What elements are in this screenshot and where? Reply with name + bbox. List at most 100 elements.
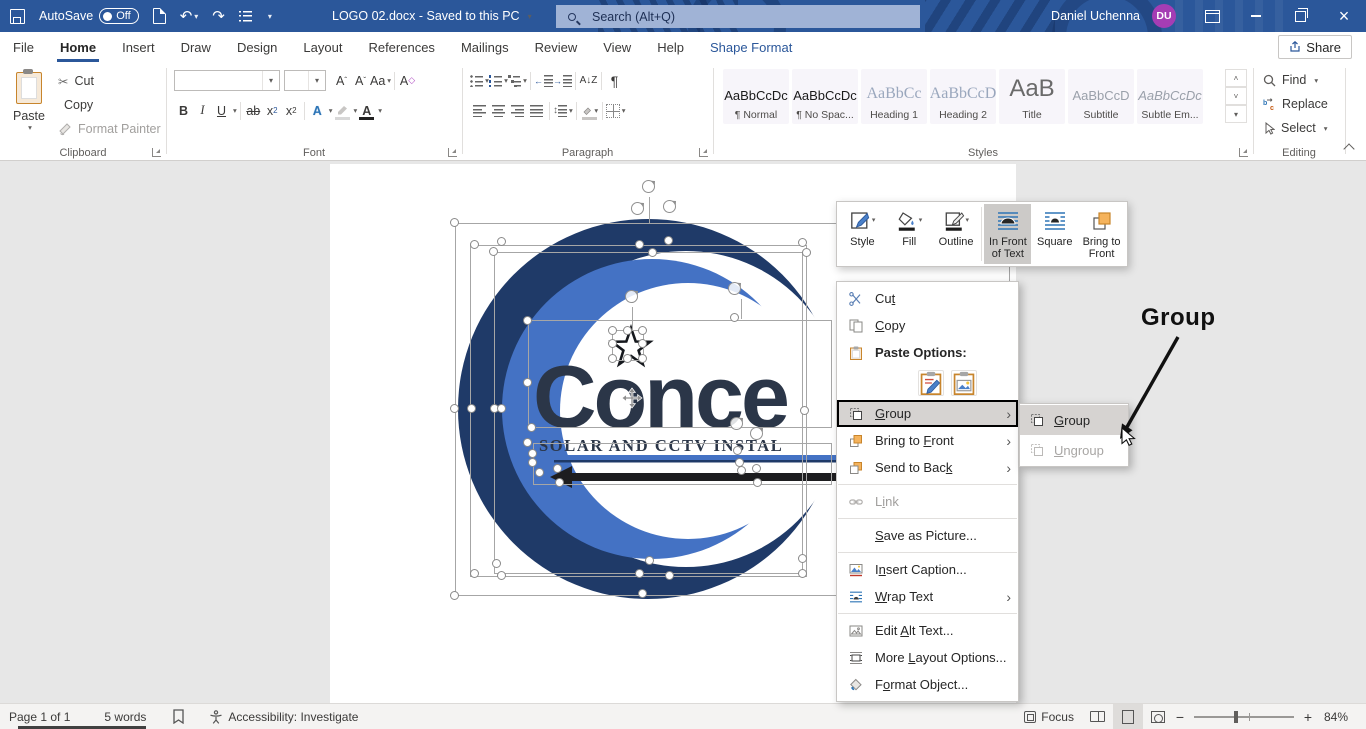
decrease-indent-button[interactable]: ← bbox=[534, 70, 553, 91]
numbering-button[interactable]: ▾ bbox=[489, 70, 508, 91]
selection-handle[interactable] bbox=[638, 326, 647, 335]
selection-handle[interactable] bbox=[450, 218, 459, 227]
mini-toolbar-outline-button[interactable]: ▾ Outline bbox=[933, 204, 980, 264]
zoom-in-button[interactable]: + bbox=[1301, 709, 1315, 725]
save-icon[interactable] bbox=[10, 9, 25, 24]
replace-button[interactable]: bc Replace bbox=[1263, 93, 1328, 115]
tab-home[interactable]: Home bbox=[47, 32, 109, 62]
align-left-button[interactable] bbox=[470, 100, 489, 121]
shading-button[interactable]: ▾ bbox=[580, 100, 599, 121]
tab-mailings[interactable]: Mailings bbox=[448, 32, 522, 62]
find-button[interactable]: Find▾ bbox=[1263, 69, 1318, 91]
selection-handle[interactable] bbox=[608, 354, 617, 363]
focus-button[interactable]: Focus bbox=[1015, 704, 1083, 729]
close-button[interactable]: × bbox=[1322, 0, 1366, 32]
tab-layout[interactable]: Layout bbox=[290, 32, 355, 62]
selection-handle[interactable] bbox=[527, 423, 536, 432]
menu-item-group[interactable]: Group › bbox=[837, 400, 1018, 427]
mini-toolbar-square-button[interactable]: Square bbox=[1031, 204, 1078, 264]
selection-handle[interactable] bbox=[553, 464, 562, 473]
rotation-handle[interactable] bbox=[663, 200, 676, 213]
selection-handle[interactable] bbox=[497, 404, 506, 413]
font-dialog-launcher[interactable] bbox=[448, 148, 457, 157]
subscript-button[interactable]: x2 bbox=[263, 100, 282, 121]
selection-handle[interactable] bbox=[798, 238, 807, 247]
tab-view[interactable]: View bbox=[590, 32, 644, 62]
selection-handle[interactable] bbox=[523, 378, 532, 387]
menu-item-cut[interactable]: Cut bbox=[837, 285, 1018, 312]
clipboard-dialog-launcher[interactable] bbox=[152, 148, 161, 157]
selection-handle[interactable] bbox=[489, 247, 498, 256]
print-layout-button[interactable] bbox=[1113, 704, 1143, 729]
tab-help[interactable]: Help bbox=[644, 32, 697, 62]
selection-handle[interactable] bbox=[528, 458, 537, 467]
selection-handle[interactable] bbox=[450, 591, 459, 600]
underline-button[interactable]: U bbox=[212, 100, 231, 121]
rotation-handle[interactable] bbox=[642, 180, 655, 193]
selection-handle[interactable] bbox=[623, 354, 632, 363]
style-card-heading-2[interactable]: AaBbCcD Heading 2 bbox=[930, 69, 996, 124]
menu-item-copy[interactable]: Copy bbox=[837, 312, 1018, 339]
font-color-dropdown-icon[interactable]: ▾ bbox=[378, 106, 382, 115]
rotation-handle[interactable] bbox=[730, 417, 743, 430]
selection-handle[interactable] bbox=[523, 438, 532, 447]
paste-button[interactable]: Paste ▾ bbox=[6, 68, 52, 154]
selection-handle[interactable] bbox=[752, 464, 761, 473]
web-layout-button[interactable] bbox=[1143, 704, 1173, 729]
menu-item-bring-to-front[interactable]: Bring to Front › bbox=[837, 427, 1018, 454]
select-button[interactable]: Select▾ bbox=[1263, 117, 1328, 139]
mini-toolbar-in-front-of-text-button[interactable]: In Front of Text bbox=[984, 204, 1031, 264]
document-title[interactable]: LOGO 02.docx - Saved to this PC ▾ bbox=[332, 0, 532, 32]
selection-handle[interactable] bbox=[638, 354, 647, 363]
selection-handle[interactable] bbox=[753, 478, 762, 487]
undo-button[interactable]: ↶▾ bbox=[180, 7, 199, 25]
selection-handle[interactable] bbox=[523, 316, 532, 325]
tab-draw[interactable]: Draw bbox=[168, 32, 224, 62]
superscript-button[interactable]: x2 bbox=[282, 100, 301, 121]
selection-handle[interactable] bbox=[555, 478, 564, 487]
copy-button[interactable]: Copy bbox=[58, 94, 93, 116]
selection-handle[interactable] bbox=[528, 449, 537, 458]
font-color-button[interactable]: A bbox=[357, 100, 376, 121]
rotation-handle[interactable] bbox=[625, 290, 638, 303]
tab-review[interactable]: Review bbox=[522, 32, 591, 62]
restore-button[interactable] bbox=[1278, 0, 1322, 32]
paste-format-button[interactable] bbox=[918, 370, 944, 396]
tab-shape-format[interactable]: Shape Format bbox=[697, 32, 805, 62]
style-card-title[interactable]: AaB Title bbox=[999, 69, 1065, 124]
styles-more-icon[interactable]: ▾ bbox=[1225, 105, 1247, 123]
multilevel-list-button[interactable]: ▾ bbox=[508, 70, 527, 91]
borders-button[interactable]: ▾ bbox=[606, 100, 626, 121]
show-paragraph-marks-button[interactable]: ¶ bbox=[605, 70, 624, 91]
styles-dialog-launcher[interactable] bbox=[1239, 148, 1248, 157]
highlight-button[interactable] bbox=[333, 100, 352, 121]
bold-button[interactable]: B bbox=[174, 100, 193, 121]
search-box[interactable] bbox=[556, 5, 920, 28]
tab-insert[interactable]: Insert bbox=[109, 32, 168, 62]
share-button[interactable]: Share bbox=[1278, 35, 1352, 59]
selection-handle[interactable] bbox=[635, 569, 644, 578]
style-card-heading-1[interactable]: AaBbCc Heading 1 bbox=[861, 69, 927, 124]
strikethrough-button[interactable]: ab bbox=[244, 100, 263, 121]
style-card-no-spac[interactable]: AaBbCcDc ¶ No Spac... bbox=[792, 69, 858, 124]
read-mode-button[interactable] bbox=[1083, 704, 1113, 729]
paragraph-dialog-launcher[interactable] bbox=[699, 148, 708, 157]
selection-handle[interactable] bbox=[497, 571, 506, 580]
menu-item-wrap-text[interactable]: Wrap Text › bbox=[837, 583, 1018, 610]
selection-handle[interactable] bbox=[802, 248, 811, 257]
menu-item-insert-caption[interactable]: Insert Caption... bbox=[837, 556, 1018, 583]
menu-item-send-to-back[interactable]: Send to Back › bbox=[837, 454, 1018, 481]
selection-handle[interactable] bbox=[492, 559, 501, 568]
avatar[interactable]: DU bbox=[1152, 4, 1176, 28]
bullet-list-icon[interactable] bbox=[239, 11, 252, 22]
selection-handle[interactable] bbox=[497, 237, 506, 246]
styles-scroll-down-icon[interactable]: ˅ bbox=[1225, 87, 1247, 105]
text-effects-dropdown-icon[interactable]: ▾ bbox=[329, 106, 333, 115]
zoom-slider-thumb[interactable] bbox=[1234, 711, 1238, 723]
zoom-slider[interactable] bbox=[1194, 716, 1294, 718]
rotation-handle[interactable] bbox=[728, 282, 741, 295]
rotation-handle[interactable] bbox=[631, 202, 644, 215]
selection-handle[interactable] bbox=[638, 589, 647, 598]
cut-button[interactable]: ✂ Cut bbox=[58, 70, 94, 92]
selection-handle[interactable] bbox=[798, 554, 807, 563]
